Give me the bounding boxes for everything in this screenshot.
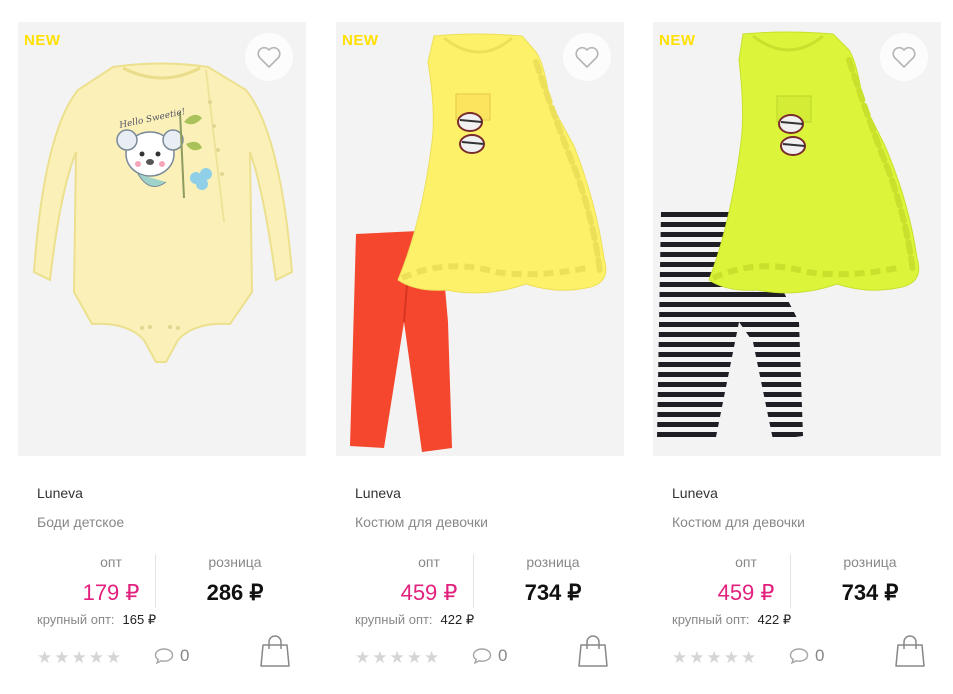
price-block: опт 179 ₽ розница 286 ₽ bbox=[18, 554, 306, 608]
bodysuit-illustration: Hello Sweetie! bbox=[32, 62, 294, 363]
opt-price-column: опт 179 ₽ bbox=[46, 554, 176, 606]
opt-label: опт bbox=[100, 554, 122, 570]
bulk-label: крупный опт: bbox=[355, 612, 433, 627]
retail-price: 734 ₽ bbox=[524, 580, 582, 605]
opt-label: опт bbox=[735, 554, 757, 570]
favorite-button[interactable] bbox=[563, 33, 611, 81]
star-icon[interactable]: ★ bbox=[72, 649, 87, 666]
speech-bubble-icon bbox=[789, 648, 809, 665]
comments-link[interactable]: 0 bbox=[789, 646, 824, 666]
bulk-value: 165 ₽ bbox=[122, 612, 157, 627]
star-icon[interactable]: ★ bbox=[54, 649, 69, 666]
heart-outline-icon bbox=[575, 46, 599, 68]
price-block: опт 459 ₽ розница 734 ₽ bbox=[653, 554, 941, 608]
product-name[interactable]: Костюм для девочки bbox=[355, 514, 488, 530]
opt-price-column: опт 459 ₽ bbox=[364, 554, 494, 606]
star-icon[interactable]: ★ bbox=[355, 649, 370, 666]
bulk-price: крупный опт: 165 ₽ bbox=[37, 612, 156, 628]
comments-link[interactable]: 0 bbox=[154, 646, 189, 666]
star-icon[interactable]: ★ bbox=[372, 649, 387, 666]
rating-stars[interactable]: ★ ★ ★ ★ ★ bbox=[37, 649, 121, 666]
star-icon[interactable]: ★ bbox=[37, 649, 52, 666]
favorite-button[interactable] bbox=[880, 33, 928, 81]
shopping-bag-icon bbox=[895, 635, 925, 667]
bulk-price: крупный опт: 422 ₽ bbox=[355, 612, 474, 628]
price-divider bbox=[155, 554, 156, 608]
star-icon[interactable]: ★ bbox=[106, 649, 121, 666]
retail-price-column: розница 734 ₽ bbox=[488, 554, 618, 606]
opt-price: 179 ₽ bbox=[82, 580, 140, 605]
brand-name[interactable]: Luneva bbox=[355, 485, 401, 501]
rating-stars[interactable]: ★ ★ ★ ★ ★ bbox=[355, 649, 439, 666]
outfit-lime-striped-illustration bbox=[657, 31, 920, 442]
price-divider bbox=[790, 554, 791, 608]
new-badge: NEW bbox=[24, 32, 61, 49]
retail-label: розница bbox=[843, 554, 897, 570]
retail-label: розница bbox=[208, 554, 262, 570]
star-icon[interactable]: ★ bbox=[741, 649, 756, 666]
favorite-button[interactable] bbox=[245, 33, 293, 81]
shopping-bag-icon bbox=[578, 635, 608, 667]
bulk-label: крупный опт: bbox=[672, 612, 750, 627]
brand-name[interactable]: Luneva bbox=[37, 485, 83, 501]
bulk-value: 422 ₽ bbox=[757, 612, 792, 627]
opt-price: 459 ₽ bbox=[400, 580, 458, 605]
bulk-price: крупный опт: 422 ₽ bbox=[672, 612, 791, 628]
retail-price-column: розница 734 ₽ bbox=[805, 554, 935, 606]
comments-count: 0 bbox=[498, 646, 508, 665]
comments-count: 0 bbox=[815, 646, 825, 665]
product-image[interactable]: NEW bbox=[653, 22, 941, 456]
product-image[interactable]: Hello Sweetie! NEW bbox=[18, 22, 306, 456]
comments-link[interactable]: 0 bbox=[472, 646, 507, 666]
product-image[interactable]: NEW bbox=[336, 22, 624, 456]
opt-label: опт bbox=[418, 554, 440, 570]
product-name[interactable]: Костюм для девочки bbox=[672, 514, 805, 530]
star-icon[interactable]: ★ bbox=[89, 649, 104, 666]
rating-stars[interactable]: ★ ★ ★ ★ ★ bbox=[672, 649, 756, 666]
shopping-bag-icon bbox=[260, 635, 290, 667]
price-block: опт 459 ₽ розница 734 ₽ bbox=[336, 554, 624, 608]
retail-price: 286 ₽ bbox=[206, 580, 264, 605]
brand-name[interactable]: Luneva bbox=[672, 485, 718, 501]
new-badge: NEW bbox=[659, 32, 696, 49]
add-to-cart-button[interactable] bbox=[259, 634, 291, 668]
outfit-yellow-red-illustration bbox=[350, 33, 607, 452]
product-name[interactable]: Боди детское bbox=[37, 514, 124, 530]
opt-price-column: опт 459 ₽ bbox=[681, 554, 811, 606]
retail-price: 734 ₽ bbox=[841, 580, 899, 605]
add-to-cart-button[interactable] bbox=[894, 634, 926, 668]
retail-price-column: розница 286 ₽ bbox=[170, 554, 300, 606]
new-badge: NEW bbox=[342, 32, 379, 49]
star-icon[interactable]: ★ bbox=[407, 649, 422, 666]
bulk-label: крупный опт: bbox=[37, 612, 115, 627]
opt-price: 459 ₽ bbox=[717, 580, 775, 605]
speech-bubble-icon bbox=[154, 648, 174, 665]
star-icon[interactable]: ★ bbox=[424, 649, 439, 666]
speech-bubble-icon bbox=[472, 648, 492, 665]
heart-outline-icon bbox=[892, 46, 916, 68]
star-icon[interactable]: ★ bbox=[707, 649, 722, 666]
retail-label: розница bbox=[526, 554, 580, 570]
heart-outline-icon bbox=[257, 46, 281, 68]
star-icon[interactable]: ★ bbox=[724, 649, 739, 666]
star-icon[interactable]: ★ bbox=[689, 649, 704, 666]
product-card[interactable]: NEW Luneva Костюм для девочки опт 459 ₽ … bbox=[653, 22, 941, 694]
add-to-cart-button[interactable] bbox=[577, 634, 609, 668]
price-divider bbox=[473, 554, 474, 608]
comments-count: 0 bbox=[180, 646, 190, 665]
bulk-value: 422 ₽ bbox=[440, 612, 475, 627]
product-card[interactable]: Hello Sweetie! NEW Luneva Боди детское о… bbox=[18, 22, 306, 694]
star-icon[interactable]: ★ bbox=[390, 649, 405, 666]
star-icon[interactable]: ★ bbox=[672, 649, 687, 666]
product-card[interactable]: NEW Luneva Костюм для девочки опт 459 ₽ … bbox=[336, 22, 624, 694]
